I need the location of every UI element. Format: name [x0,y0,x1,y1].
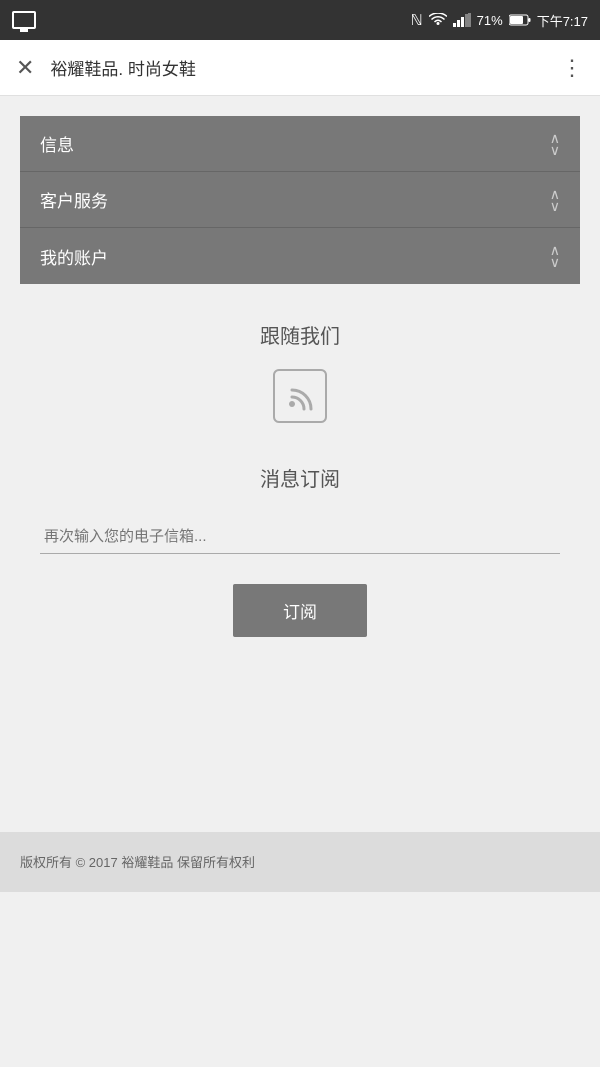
main-content: 信息 客户服务 我的账户 跟随我们 消息订阅 订阅 [0,96,600,1067]
accordion-item-service[interactable]: 客户服务 [20,172,580,228]
copyright-text: 版权所有 © 2017 裕耀鞋品 保留所有权利 [20,855,255,870]
expand-icon-info [550,132,560,156]
signal-icon [453,13,471,27]
status-bar: ℕ 71% 下午7:17 [0,0,600,40]
follow-title: 跟随我们 [20,320,580,349]
accordion-label-account: 我的账户 [40,244,108,269]
battery-icon [509,14,531,26]
footer: 版权所有 © 2017 裕耀鞋品 保留所有权利 [0,832,600,892]
accordion-item-info[interactable]: 信息 [20,116,580,172]
email-input[interactable] [40,520,560,554]
accordion-label-info: 信息 [40,131,74,156]
more-button[interactable]: ⋮ [561,55,584,81]
gray-bottom-space [0,892,600,1067]
rss-icon-wrapper[interactable] [273,369,327,423]
accordion-label-service: 客户服务 [40,187,108,212]
nfc-icon: ℕ [411,11,423,29]
newsletter-section: 消息订阅 订阅 [0,443,600,657]
wifi-icon [429,13,447,27]
app-title: 裕耀鞋品. 时尚女鞋 [50,55,545,80]
rss-icon[interactable] [273,369,327,423]
status-right: ℕ 71% 下午7:17 [411,11,588,30]
accordion-item-account[interactable]: 我的账户 [20,228,580,284]
expand-icon-account [550,244,560,268]
status-left [12,11,36,29]
time-display: 下午7:17 [537,11,588,30]
close-button[interactable]: ✕ [16,55,34,81]
app-bar: ✕ 裕耀鞋品. 时尚女鞋 ⋮ [0,40,600,96]
expand-icon-service [550,188,560,212]
accordion-menu: 信息 客户服务 我的账户 [20,116,580,284]
newsletter-title: 消息订阅 [40,463,560,492]
follow-section: 跟随我们 [0,284,600,443]
screen-icon [12,11,36,29]
bottom-spacer [0,657,600,832]
battery-percent: 71% [477,13,503,28]
subscribe-button[interactable]: 订阅 [233,584,367,637]
